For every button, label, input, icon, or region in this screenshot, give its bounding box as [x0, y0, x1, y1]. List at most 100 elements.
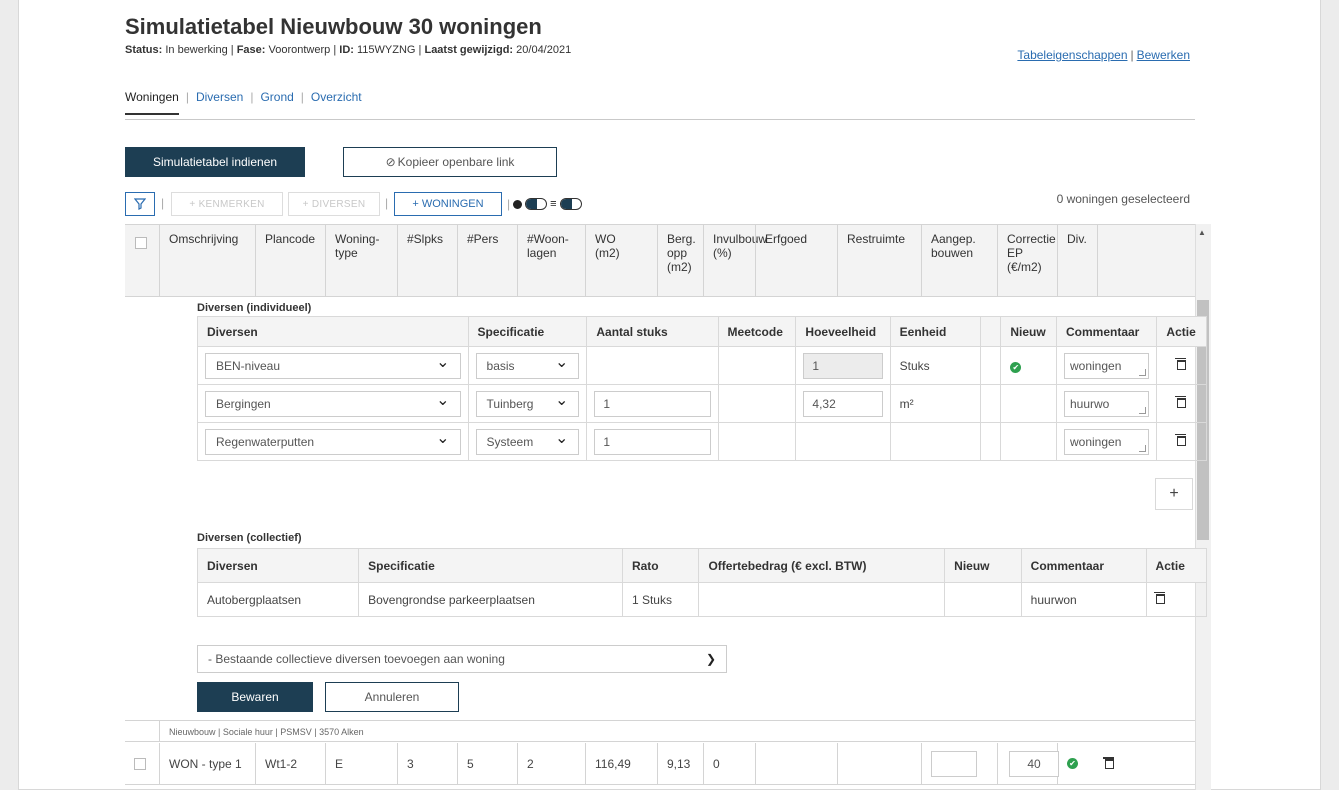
tab-woningen[interactable]: Woningen: [125, 90, 179, 115]
info-toggle[interactable]: [525, 198, 548, 210]
correctie-ep-input[interactable]: 40: [1009, 751, 1059, 777]
edit-link[interactable]: Bewerken: [1137, 48, 1190, 62]
specificatie-select[interactable]: Systeem ⌄: [475, 428, 580, 455]
fase-value: Voorontwerp: [268, 44, 331, 56]
trash-icon[interactable]: [1175, 357, 1187, 370]
column-header[interactable]: #Slpks: [397, 225, 457, 297]
table-properties-link[interactable]: Tabeleigenschappen: [1017, 48, 1127, 62]
column-header: Diversen: [197, 316, 469, 347]
column-header: Offertebedrag (€ excl. BTW): [698, 548, 946, 583]
aantal-input[interactable]: 1: [594, 390, 711, 417]
trash-icon[interactable]: [1103, 757, 1114, 769]
add-kenmerken-button[interactable]: + KENMERKEN: [171, 192, 283, 216]
selected-count: 0 woningen geselecteerd: [1056, 192, 1190, 206]
column-header[interactable]: Berg. opp (m2): [657, 225, 703, 297]
column-header[interactable]: Restruimte: [837, 225, 921, 297]
chevron-down-icon: ⌄: [554, 391, 569, 409]
specificatie-select-value: basis: [486, 358, 515, 373]
add-collectief-select[interactable]: - Bestaande collectieve diversen toevoeg…: [197, 645, 727, 673]
list-toggle[interactable]: [559, 198, 582, 210]
add-diversen-button[interactable]: + DIVERSEN: [288, 192, 380, 216]
cancel-button[interactable]: Annuleren: [325, 682, 459, 712]
page-frame: Simulatietabel Nieuwbouw 30 woningen Sta…: [18, 0, 1321, 790]
eenheid-cell: Stuks: [889, 346, 981, 385]
column-header[interactable]: WO (m2): [585, 225, 657, 297]
collectief-title: Diversen (collectief): [197, 532, 302, 544]
column-header: [1097, 225, 1195, 297]
column-header[interactable]: #Woon- lagen: [517, 225, 585, 297]
individueel-title: Diversen (individueel): [197, 302, 312, 314]
specificatie-select[interactable]: Tuinberg ⌄: [475, 390, 580, 417]
diversen-select[interactable]: Bergingen ⌄: [205, 390, 461, 417]
meetcode-cell: [717, 346, 797, 385]
page-title: Simulatietabel Nieuwbouw 30 woningen: [125, 14, 542, 39]
berg-cell: 9,13: [657, 743, 703, 784]
column-header[interactable]: Plancode: [255, 225, 325, 297]
column-header: Meetcode: [717, 316, 797, 347]
column-header: [979, 316, 1002, 347]
eenheid-cell: m²: [889, 384, 981, 423]
submit-table-button[interactable]: Simulatietabel indienen: [125, 147, 305, 177]
status-label: Status:: [125, 44, 163, 56]
spacer-cell: [979, 422, 1002, 461]
tab-diversen[interactable]: Diversen: [196, 90, 243, 113]
hoeveelheid-input[interactable]: 4,32: [803, 390, 883, 417]
column-header: Nieuw: [944, 548, 1022, 583]
commentaar-textarea[interactable]: huurwo: [1064, 390, 1150, 417]
add-woningen-button[interactable]: + WONINGEN: [394, 192, 502, 216]
filter-icon[interactable]: [125, 192, 155, 216]
copy-public-link-button[interactable]: ⊘ Kopieer openbare link: [343, 147, 557, 177]
column-header[interactable]: Invulbouw (%): [703, 225, 767, 297]
column-header[interactable]: Woning- type: [325, 225, 397, 297]
row-checkbox[interactable]: [125, 743, 159, 784]
save-button[interactable]: Bewaren: [197, 682, 313, 712]
changed-label: Laatst gewijzigd:: [424, 44, 514, 56]
column-header[interactable]: Div.: [1057, 225, 1097, 297]
scroll-up-arrow[interactable]: ▲: [1198, 228, 1206, 237]
offerte-cell: [698, 582, 946, 617]
diversen-select-value: BEN-niveau: [216, 358, 281, 373]
table-row: Autobergplaatsen Bovengrondse parkeerplaa…: [196, 582, 1208, 617]
top-links: Tabeleigenschappen | Bewerken: [1017, 48, 1190, 62]
column-header: Commentaar: [1055, 316, 1158, 347]
toolbar-separator: |: [161, 196, 165, 210]
spacer-cell: [979, 384, 1002, 423]
table-row: Bergingen ⌄ Tuinberg ⌄ 1 4,32 m² huurwo: [197, 384, 1207, 423]
commentaar-cell: huurwon: [1020, 582, 1147, 617]
aangep-bouwen-input[interactable]: [931, 751, 977, 777]
aantal-input[interactable]: 1: [594, 428, 711, 455]
status-line: Status: In bewerking | Fase: Voorontwerp…: [125, 44, 571, 56]
tab-grond[interactable]: Grond: [260, 90, 293, 113]
chevron-down-icon: ⌄: [436, 353, 450, 371]
column-header[interactable]: Erfgoed: [755, 225, 837, 297]
diversen-select[interactable]: BEN-niveau ⌄: [205, 352, 461, 379]
toolbar-separator: |: [507, 197, 511, 211]
separator: |: [418, 44, 422, 56]
commentaar-textarea[interactable]: woningen: [1064, 352, 1150, 379]
woonlagen-cell: 2: [517, 743, 585, 784]
column-header[interactable]: Aangep. bouwen: [921, 225, 997, 297]
column-header: Specificatie: [358, 548, 623, 583]
status-value: In bewerking: [165, 44, 228, 56]
table-row: Regenwaterputten ⌄ Systeem ⌄ 1 woningen: [197, 422, 1207, 461]
tab-separator: |: [250, 90, 254, 104]
trash-icon[interactable]: [1175, 433, 1187, 446]
diversen-select[interactable]: Regenwaterputten ⌄: [205, 428, 461, 455]
check-circle-icon: ✔: [1010, 361, 1022, 373]
commentaar-textarea[interactable]: woningen: [1064, 428, 1150, 455]
separator: |: [333, 44, 337, 56]
specificatie-select[interactable]: basis ⌄: [475, 352, 580, 379]
link-icon: ⊘: [385, 155, 396, 169]
woningen-table-header: Omschrijving Plancode Woning- type #Slpks #P…: [125, 224, 1195, 297]
tab-overzicht[interactable]: Overzicht: [311, 90, 362, 113]
trash-icon[interactable]: [1175, 395, 1187, 408]
trash-icon[interactable]: [1153, 591, 1165, 604]
add-row-button[interactable]: +: [1155, 478, 1193, 510]
column-header[interactable]: #Pers: [457, 225, 517, 297]
info-icon: [513, 199, 523, 209]
add-collectief-select-value: - Bestaande collectieve diversen toevoeg…: [208, 652, 505, 666]
column-header[interactable]: Correctie EP (€/m2): [997, 225, 1057, 297]
column-header[interactable]: Omschrijving: [159, 225, 255, 297]
meetcode-cell: [717, 384, 797, 423]
select-all-checkbox[interactable]: [125, 225, 159, 297]
